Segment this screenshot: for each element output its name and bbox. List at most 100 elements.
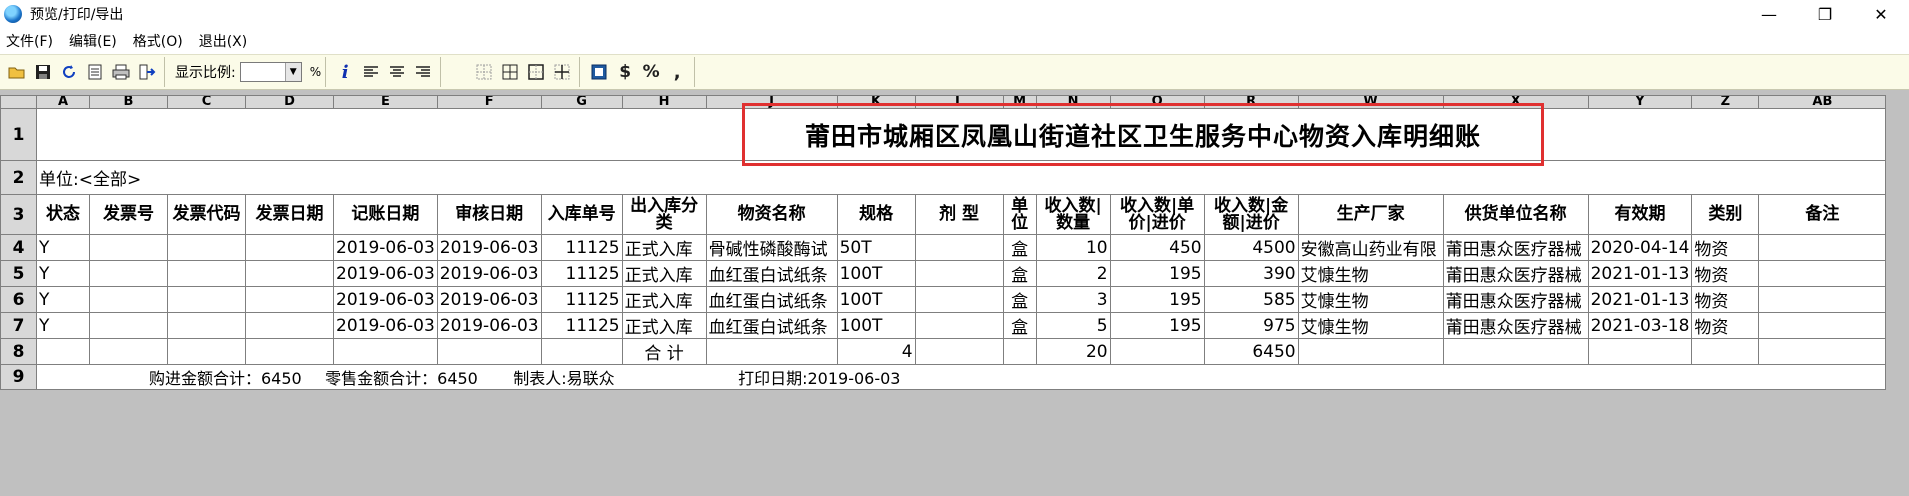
table-cell[interactable]: 盒 (1002, 234, 1037, 261)
table-cell[interactable] (540, 338, 623, 365)
refresh-icon[interactable] (56, 59, 82, 85)
table-cell[interactable]: 11125 (540, 286, 623, 313)
table-cell[interactable] (1442, 338, 1589, 365)
column-letter[interactable]: G (540, 95, 623, 109)
table-cell[interactable]: 骨碱性磷酸酶试 (705, 234, 838, 261)
header-cell[interactable]: 类别 (1691, 194, 1760, 235)
table-cell[interactable] (1297, 338, 1444, 365)
column-letter[interactable]: Z (1691, 95, 1760, 109)
table-cell[interactable]: 2019-06-03 (333, 260, 438, 287)
print-icon[interactable] (108, 59, 134, 85)
table-cell[interactable] (245, 312, 334, 339)
table-cell[interactable]: 艾慷生物 (1297, 260, 1444, 287)
table-cell[interactable] (89, 338, 168, 365)
column-letter[interactable]: B (89, 95, 168, 109)
table-cell[interactable] (245, 260, 334, 287)
table-cell[interactable] (167, 260, 246, 287)
table-cell[interactable]: 11125 (540, 312, 623, 339)
table-cell[interactable]: 血红蛋白试纸条 (705, 312, 838, 339)
row-number[interactable]: 9 (0, 364, 37, 390)
header-cell[interactable]: 发票日期 (245, 194, 334, 235)
table-cell[interactable] (1758, 286, 1887, 313)
table-cell[interactable] (1758, 260, 1887, 287)
table-cell[interactable]: 5 (1035, 312, 1111, 339)
table-cell[interactable] (1691, 338, 1760, 365)
header-cell[interactable]: 审核日期 (436, 194, 542, 235)
table-cell[interactable]: 100T (836, 312, 916, 339)
table-cell[interactable] (914, 312, 1004, 339)
align-right-icon[interactable] (410, 59, 436, 85)
table-cell[interactable]: 血红蛋白试纸条 (705, 260, 838, 287)
header-cell[interactable]: 记账日期 (333, 194, 438, 235)
table-cell[interactable]: 艾慷生物 (1297, 312, 1444, 339)
table-cell[interactable] (89, 234, 168, 261)
align-center-icon[interactable] (384, 59, 410, 85)
total-count[interactable]: 4 (836, 338, 916, 365)
column-letter[interactable]: F (436, 95, 542, 109)
table-cell[interactable]: 2019-06-03 (436, 234, 542, 261)
table-cell[interactable] (89, 286, 168, 313)
comma-icon[interactable]: , (664, 59, 690, 85)
table-cell[interactable]: 195 (1109, 286, 1205, 313)
table-cell[interactable]: 195 (1109, 260, 1205, 287)
table-cell[interactable]: 安徽高山药业有限 (1297, 234, 1444, 261)
table-cell[interactable]: Y (36, 312, 90, 339)
row-number[interactable]: 3 (0, 194, 37, 235)
table-cell[interactable] (167, 312, 246, 339)
border-all-icon[interactable] (497, 59, 523, 85)
table-cell[interactable]: 10 (1035, 234, 1111, 261)
minimize-button[interactable]: — (1741, 0, 1797, 28)
header-cell[interactable]: 收入数|金额|进价 (1203, 194, 1299, 235)
column-letter[interactable]: C (167, 95, 246, 109)
table-cell[interactable] (245, 234, 334, 261)
table-cell[interactable]: 2 (1035, 260, 1111, 287)
header-cell[interactable]: 入库单号 (540, 194, 623, 235)
table-cell[interactable]: 正式入库 (621, 312, 707, 339)
total-label[interactable]: 合 计 (621, 338, 707, 365)
currency-icon[interactable]: $ (612, 59, 638, 85)
table-cell[interactable] (89, 260, 168, 287)
table-cell[interactable]: 物资 (1691, 286, 1760, 313)
export-icon[interactable] (134, 59, 160, 85)
border-outside-icon[interactable] (523, 59, 549, 85)
table-cell[interactable]: Y (36, 260, 90, 287)
header-cell[interactable]: 发票代码 (167, 194, 246, 235)
table-cell[interactable]: 50T (836, 234, 916, 261)
total-amount[interactable]: 6450 (1203, 338, 1299, 365)
info-icon[interactable]: i (332, 59, 358, 85)
header-cell[interactable]: 发票号 (89, 194, 168, 235)
table-cell[interactable]: 莆田惠众医疗器械 (1442, 260, 1589, 287)
table-cell[interactable]: 盒 (1002, 312, 1037, 339)
table-cell[interactable]: 100T (836, 286, 916, 313)
table-cell[interactable] (333, 338, 438, 365)
table-cell[interactable]: 450 (1109, 234, 1205, 261)
align-left-icon[interactable] (358, 59, 384, 85)
table-cell[interactable] (36, 338, 90, 365)
number-format-icon[interactable] (586, 59, 612, 85)
table-cell[interactable] (1758, 338, 1887, 365)
header-cell[interactable]: 有效期 (1587, 194, 1693, 235)
header-cell[interactable]: 出入库分类 (621, 194, 707, 235)
footer-cell[interactable]: 购进金额合计：6450 零售金额合计：6450 制表人:易联众 打印日期:201… (35, 364, 1887, 390)
table-cell[interactable] (705, 338, 838, 365)
table-cell[interactable]: 100T (836, 260, 916, 287)
table-cell[interactable] (167, 286, 246, 313)
table-cell[interactable]: 3 (1035, 286, 1111, 313)
table-cell[interactable]: 2021-01-13 (1587, 286, 1693, 313)
header-cell[interactable]: 规格 (836, 194, 916, 235)
menu-edit[interactable]: 编辑(E) (69, 31, 117, 51)
header-cell[interactable]: 备注 (1758, 194, 1887, 235)
row-number[interactable]: 6 (0, 286, 37, 313)
table-cell[interactable]: Y (36, 286, 90, 313)
table-cell[interactable]: 2019-06-03 (436, 312, 542, 339)
table-cell[interactable] (914, 338, 1004, 365)
menu-format[interactable]: 格式(O) (133, 31, 183, 51)
table-cell[interactable]: 2019-06-03 (436, 260, 542, 287)
table-cell[interactable] (1758, 312, 1887, 339)
table-cell[interactable]: 2021-01-13 (1587, 260, 1693, 287)
table-cell[interactable]: 11125 (540, 234, 623, 261)
table-cell[interactable]: 正式入库 (621, 286, 707, 313)
table-cell[interactable]: 390 (1203, 260, 1299, 287)
header-cell[interactable]: 剂 型 (914, 194, 1004, 235)
column-letter[interactable]: D (245, 95, 334, 109)
